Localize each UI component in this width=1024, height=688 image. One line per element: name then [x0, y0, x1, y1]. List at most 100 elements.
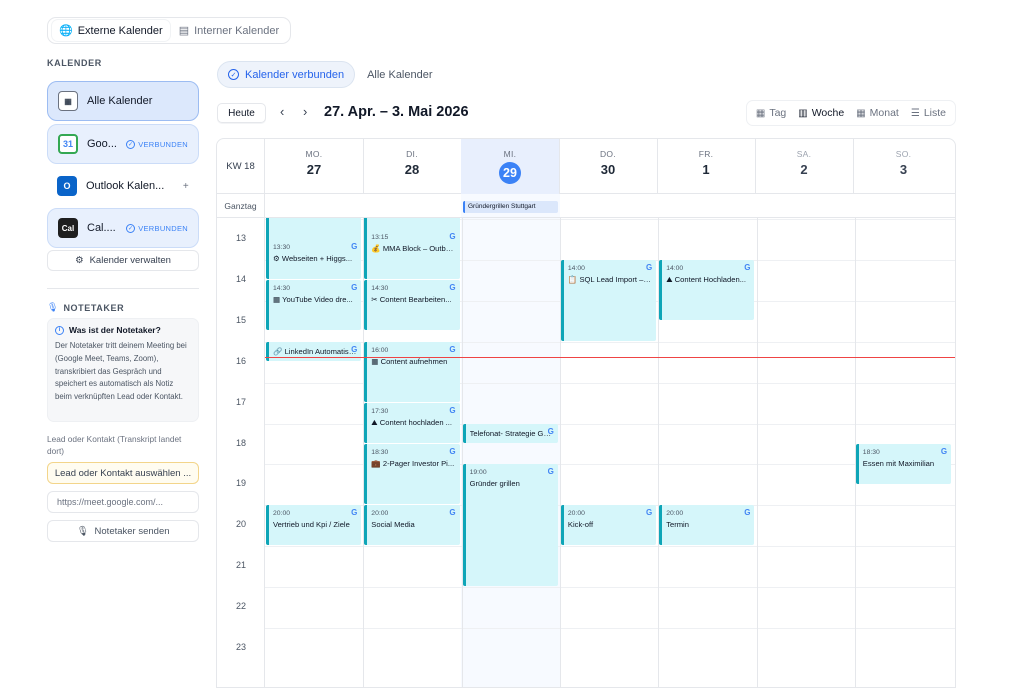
hour-label: 22: [235, 601, 246, 612]
day-header-fr[interactable]: FR. 1: [657, 139, 756, 194]
day-header-mi[interactable]: MI. 29: [461, 139, 560, 194]
view-tag-button[interactable]: ▦ Tag: [751, 103, 791, 123]
event-title: ▦ YouTube Video dre...: [273, 295, 353, 305]
meeting-url-input[interactable]: [47, 491, 199, 513]
tab-interner-kalender[interactable]: ▤ Interner Kalender: [172, 20, 286, 41]
day-header-row: KW 18 MO. 27 DI. 28 MI. 29 DO. 30 FR. 1 SA. 2 …: [217, 139, 955, 194]
calendar-event[interactable]: Telefonat- Strategie Gesp... G: [462, 423, 558, 443]
calendar-event[interactable]: 20:00 Vertrieb und Kpi / Ziele G: [266, 505, 362, 546]
calendar-event[interactable]: 14:30 ✂ Content Bearbeiten... G: [364, 280, 460, 331]
sidebar-section-label: KALENDER: [47, 58, 102, 68]
calendar-filter: ✓ Kalender verbunden Alle Kalender: [217, 61, 437, 88]
check-circle-icon: ✓: [126, 139, 136, 149]
list-icon: ☰: [910, 107, 920, 119]
gear-icon: ⚙: [75, 255, 84, 266]
today-button[interactable]: Heute: [217, 103, 266, 123]
day-header-sa[interactable]: SA. 2: [755, 139, 854, 194]
sidebar-item-google[interactable]: 31 Goo... ✓ VERBUNDEN: [47, 124, 199, 164]
hour-line: [265, 628, 955, 629]
calendar-event[interactable]: 🔗 LinkedIn Automatisier... G: [266, 341, 362, 362]
time-column: 13 14 15 16 17 18 19 20 21 22 23: [217, 218, 265, 687]
event-time: 20:00: [666, 510, 684, 518]
mic-icon: 🎙: [47, 302, 59, 312]
google-icon: G: [351, 283, 358, 293]
connected-status: ✓ VERBUNDEN: [126, 223, 188, 233]
calendar-event[interactable]: 14:00 📋 SQL Lead Import – K... G: [560, 259, 657, 341]
send-notetaker-button[interactable]: 🎙 Notetaker senden: [47, 520, 199, 542]
calendar-event[interactable]: 13:15 💰 MMA Block – Outbo... G: [364, 229, 460, 280]
calendar-event[interactable]: 20:00 Kick-off G: [560, 505, 657, 546]
event-time: 20:00: [567, 510, 585, 518]
calendar-event[interactable]: 19:00 Gründer grillen G: [462, 464, 558, 587]
event-title: Social Media: [371, 520, 415, 530]
calendar-month-icon: ▦: [856, 107, 866, 119]
filter-all-button[interactable]: Alle Kalender: [363, 69, 436, 81]
sidebar-item-cal-com[interactable]: Cal Cal.... ✓ VERBUNDEN: [47, 208, 199, 248]
view-monat-button[interactable]: ▦ Monat: [851, 103, 904, 123]
calendar-event[interactable]: 20:00 Social Media G: [364, 505, 460, 546]
manage-calendars-button[interactable]: ⚙ Kalender verwalten: [47, 250, 199, 271]
today-column-background: [461, 139, 560, 687]
calendar-day-icon: ▦: [755, 107, 766, 119]
calendar-event[interactable]: 18:30 Essen mit Maximilian G: [855, 443, 952, 484]
event-time: 19:00: [469, 469, 487, 477]
sidebar-item-alle-kalender[interactable]: ▦ Alle Kalender: [47, 81, 199, 121]
tab-externe-kalender[interactable]: 🌐 Externe Kalender: [52, 20, 170, 41]
event-title: 💰 MMA Block – Outbo...: [371, 244, 456, 254]
date-range-title: 27. Apr. – 3. Mai 2026: [324, 104, 469, 120]
calendar-week-icon: ▥: [798, 107, 808, 119]
tab-label: Externe Kalender: [77, 24, 163, 37]
building-icon: ▤: [178, 25, 190, 37]
prev-arrow-icon[interactable]: ‹: [280, 104, 284, 119]
notetaker-header: 🎙 NOTETAKER: [47, 302, 125, 313]
event-title: Essen mit Maximilian: [862, 458, 935, 468]
calendar-icon: ▦: [58, 91, 78, 111]
event-time: 13:30: [273, 244, 291, 252]
event-title: Kick-off: [567, 520, 594, 530]
event-time: 14:00: [666, 264, 684, 272]
sidebar-item-label: Cal....: [87, 222, 116, 234]
event-title: ⛰ Content hochladen ...: [371, 418, 452, 428]
view-woche-button[interactable]: ▥ Woche: [793, 103, 849, 123]
hour-label: 21: [235, 560, 246, 571]
day-header-mo[interactable]: MO. 27: [265, 139, 364, 194]
sidebar-item-outlook[interactable]: O Outlook Kalen... +: [47, 166, 199, 206]
google-icon: G: [351, 344, 358, 354]
hour-label: 13: [235, 233, 246, 243]
notetaker-info-box: i Was ist der Notetaker? Der Notetaker t…: [47, 318, 199, 422]
google-icon: G: [449, 283, 456, 293]
info-icon: i: [55, 325, 64, 335]
filter-connected-button[interactable]: ✓ Kalender verbunden: [217, 61, 356, 88]
calendar-event[interactable]: 17:30 ⛰ Content hochladen ... G: [364, 403, 460, 443]
google-icon: G: [645, 508, 653, 518]
allday-event[interactable]: Gründergrillen Stuttgart: [463, 201, 558, 213]
calendar-source-tabs: 🌐 Externe Kalender ▤ Interner Kalender: [47, 17, 291, 44]
select-lead-button[interactable]: Lead oder Kontakt auswählen ...: [47, 462, 199, 484]
add-icon[interactable]: +: [183, 181, 189, 192]
allday-label: Ganztag: [217, 194, 265, 218]
sidebar: KALENDER ▦ Alle Kalender 31 Goo... ✓ VER…: [47, 58, 199, 542]
google-icon: G: [449, 344, 456, 354]
calendar-event[interactable]: 18:30 💼 2-Pager Investor Pi... G: [364, 443, 460, 505]
event-time: 14:00: [567, 264, 585, 272]
day-divider: [756, 218, 758, 687]
event-title: 🔗 LinkedIn Automatisier...: [273, 346, 358, 356]
check-circle-icon: ✓: [228, 69, 239, 80]
calendar-event[interactable]: 16:00 ▦ Content aufnehmen G: [364, 341, 460, 403]
hour-line: [265, 546, 955, 548]
day-header-do[interactable]: DO. 30: [559, 139, 658, 194]
connected-status: ✓ VERBUNDEN: [126, 139, 188, 149]
calendar-event[interactable]: 20:00 Termin G: [659, 505, 755, 546]
calendar-event[interactable]: 14:30 ▦ YouTube Video dre... G: [266, 280, 362, 331]
calendar-event[interactable]: 14:00 ⛰ Content Hochladen... G: [659, 259, 755, 321]
view-liste-button[interactable]: ☰ Liste: [906, 103, 951, 123]
event-title: ⚙ Webseiten + Higgs...: [273, 254, 353, 264]
google-icon: G: [449, 446, 456, 456]
calendar-toolbar: Heute ‹ › 27. Apr. – 3. Mai 2026 ▦ Tag ▥ W…: [217, 100, 956, 126]
outlook-icon: O: [57, 176, 77, 196]
day-header-so[interactable]: SO. 3: [854, 139, 953, 194]
day-header-di[interactable]: DI. 28: [363, 139, 462, 194]
calendar-event[interactable]: 13:30 ⚙ Webseiten + Higgs... G: [266, 239, 362, 280]
hour-label: 20: [235, 519, 246, 530]
next-arrow-icon[interactable]: ›: [303, 104, 307, 119]
